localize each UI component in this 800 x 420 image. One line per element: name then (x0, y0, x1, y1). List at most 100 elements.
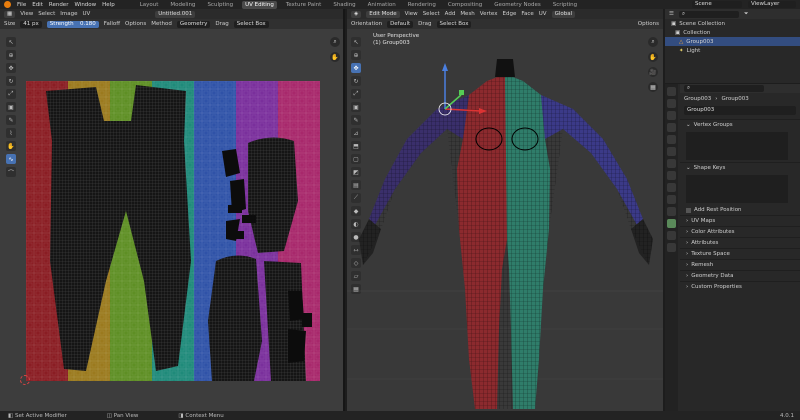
tab-uv-editing[interactable]: UV Editing (242, 0, 277, 9)
physics-tab-icon[interactable] (667, 195, 676, 204)
constraints-tab-icon[interactable] (667, 207, 676, 216)
editor-type-icon[interactable]: ▦ (4, 10, 16, 18)
material-tab-icon[interactable] (667, 231, 676, 240)
scale-tool-icon[interactable]: ⤢ (6, 89, 16, 99)
scene-tab-icon[interactable] (667, 135, 676, 144)
view-layer-tab-icon[interactable] (667, 123, 676, 132)
menu-render[interactable]: Render (49, 2, 69, 8)
render-tab-icon[interactable] (667, 99, 676, 108)
method-dropdown[interactable]: Geometry (176, 20, 211, 28)
uv-menu-uv[interactable]: UV (82, 11, 90, 17)
transform-orientation-dropdown[interactable]: Global (551, 10, 576, 18)
menu-help[interactable]: Help (102, 2, 115, 8)
orientation-dropdown[interactable]: Default (387, 20, 414, 28)
menu-edit[interactable]: Edit (32, 2, 43, 8)
outliner-editor-icon[interactable]: ☰ (669, 11, 674, 17)
tab-scripting[interactable]: Scripting (550, 1, 580, 9)
properties-header: ⌕ (680, 84, 800, 93)
mesh-data-name-field[interactable]: Group003 (684, 106, 796, 115)
add-rest-position-checkbox[interactable]: Add Rest Position (680, 205, 800, 215)
remesh-panel[interactable]: › Remesh (680, 259, 800, 270)
strength-slider[interactable]: Strength 0.180 (46, 20, 99, 28)
custom-properties-panel[interactable]: › Custom Properties (680, 281, 800, 292)
attributes-panel[interactable]: › Attributes (680, 237, 800, 248)
blender-logo-icon[interactable] (4, 1, 11, 8)
tab-layout[interactable]: Layout (137, 1, 162, 9)
cursor-tool-icon[interactable]: ⊕ (6, 50, 16, 60)
uv-texture-canvas[interactable] (26, 81, 320, 381)
tab-compositing[interactable]: Compositing (445, 1, 485, 9)
tab-geometry-nodes[interactable]: Geometry Nodes (491, 1, 543, 9)
uv-menu-select[interactable]: Select (38, 11, 55, 17)
texture-space-panel[interactable]: › Texture Space (680, 248, 800, 259)
outliner-group003[interactable]: △ Group003 (665, 37, 800, 46)
move-tool-icon[interactable]: ✥ (6, 63, 16, 73)
size-field[interactable]: 41 px (20, 20, 42, 28)
grab-tool-icon[interactable]: ✋ (6, 141, 16, 151)
world-tab-icon[interactable] (667, 147, 676, 156)
tab-modeling[interactable]: Modeling (167, 1, 198, 9)
uv-drag-dropdown[interactable]: Select Box (233, 20, 269, 28)
vertex-groups-list[interactable] (686, 132, 788, 160)
vp-menu-view[interactable]: View (405, 11, 418, 17)
color-attributes-panel[interactable]: › Color Attributes (680, 226, 800, 237)
rip-tool-icon[interactable]: ⌇ (6, 128, 16, 138)
uv-options-dropdown[interactable]: Options (125, 21, 146, 27)
uv-menu-image[interactable]: Image (60, 11, 77, 17)
tool-tab-icon[interactable] (667, 87, 676, 96)
output-tab-icon[interactable] (667, 111, 676, 120)
zoom-icon[interactable]: ⌕ (330, 37, 340, 47)
checkbox-icon[interactable] (686, 207, 691, 213)
tab-shading[interactable]: Shading (330, 1, 358, 9)
vp-menu-face[interactable]: Face (521, 11, 533, 17)
properties-search[interactable]: ⌕ (684, 85, 764, 92)
pan-hand-icon[interactable]: ✋ (330, 52, 340, 62)
vp-menu-add[interactable]: Add (445, 11, 456, 17)
outliner-light[interactable]: ✦ Light (665, 46, 800, 55)
outliner-scene-collection[interactable]: ▣ Scene Collection (665, 19, 800, 28)
shape-keys-list[interactable] (686, 175, 788, 203)
vertex-groups-panel[interactable]: ⌄ Vertex Groups (680, 119, 800, 130)
relax-tool-icon[interactable]: ∿ (6, 154, 16, 164)
properties-tabs (665, 84, 678, 411)
outliner-collection[interactable]: ▣ Collection (665, 28, 800, 37)
viewport-editor-type-icon[interactable]: ◈ (351, 10, 362, 18)
scene-selector[interactable]: Scene (692, 1, 742, 8)
view-layer-selector[interactable]: ViewLayer (748, 1, 796, 8)
vp-menu-uv[interactable]: UV (539, 11, 547, 17)
pinch-tool-icon[interactable]: ⌒ (6, 167, 16, 177)
menu-window[interactable]: Window (74, 2, 96, 8)
particles-tab-icon[interactable] (667, 183, 676, 192)
tab-sculpting[interactable]: Sculpting (204, 1, 236, 9)
falloff-dropdown[interactable]: Falloff (104, 21, 120, 27)
select-tool-icon[interactable]: ↖ (6, 37, 16, 47)
vp-options-dropdown[interactable]: Options (638, 21, 659, 27)
modifier-tab-icon[interactable] (667, 171, 676, 180)
image-selector[interactable]: Untitled.001 (155, 10, 196, 18)
tab-texture-paint[interactable]: Texture Paint (283, 1, 325, 9)
shape-keys-panel[interactable]: ⌄ Shape Keys (680, 162, 800, 173)
character-mesh[interactable] (347, 29, 663, 411)
outliner-search[interactable]: ⌕ (678, 10, 739, 18)
geometry-data-panel[interactable]: › Geometry Data (680, 270, 800, 281)
vp-menu-vertex[interactable]: Vertex (480, 11, 498, 17)
menu-file[interactable]: File (17, 2, 26, 8)
annotate-tool-icon[interactable]: ✎ (6, 115, 16, 125)
data-tab-icon[interactable] (667, 219, 676, 228)
2d-cursor-icon[interactable] (20, 375, 30, 385)
tab-rendering[interactable]: Rendering (405, 1, 439, 9)
vp-drag-dropdown[interactable]: Select Box (436, 20, 472, 28)
vp-menu-edge[interactable]: Edge (502, 11, 516, 17)
mode-dropdown[interactable]: Edit Mode (366, 10, 400, 18)
object-tab-icon[interactable] (667, 159, 676, 168)
vp-menu-mesh[interactable]: Mesh (460, 11, 474, 17)
status-hint-mid: ◫ Pan View (107, 413, 139, 419)
tab-animation[interactable]: Animation (365, 1, 399, 9)
filter-icon[interactable]: ⏷ (744, 11, 748, 18)
vp-menu-select[interactable]: Select (423, 11, 440, 17)
texture-tab-icon[interactable] (667, 243, 676, 252)
rotate-tool-icon[interactable]: ↻ (6, 76, 16, 86)
uv-menu-view[interactable]: View (20, 11, 33, 17)
transform-tool-icon[interactable]: ▣ (6, 102, 16, 112)
uv-maps-panel[interactable]: › UV Maps (680, 215, 800, 226)
